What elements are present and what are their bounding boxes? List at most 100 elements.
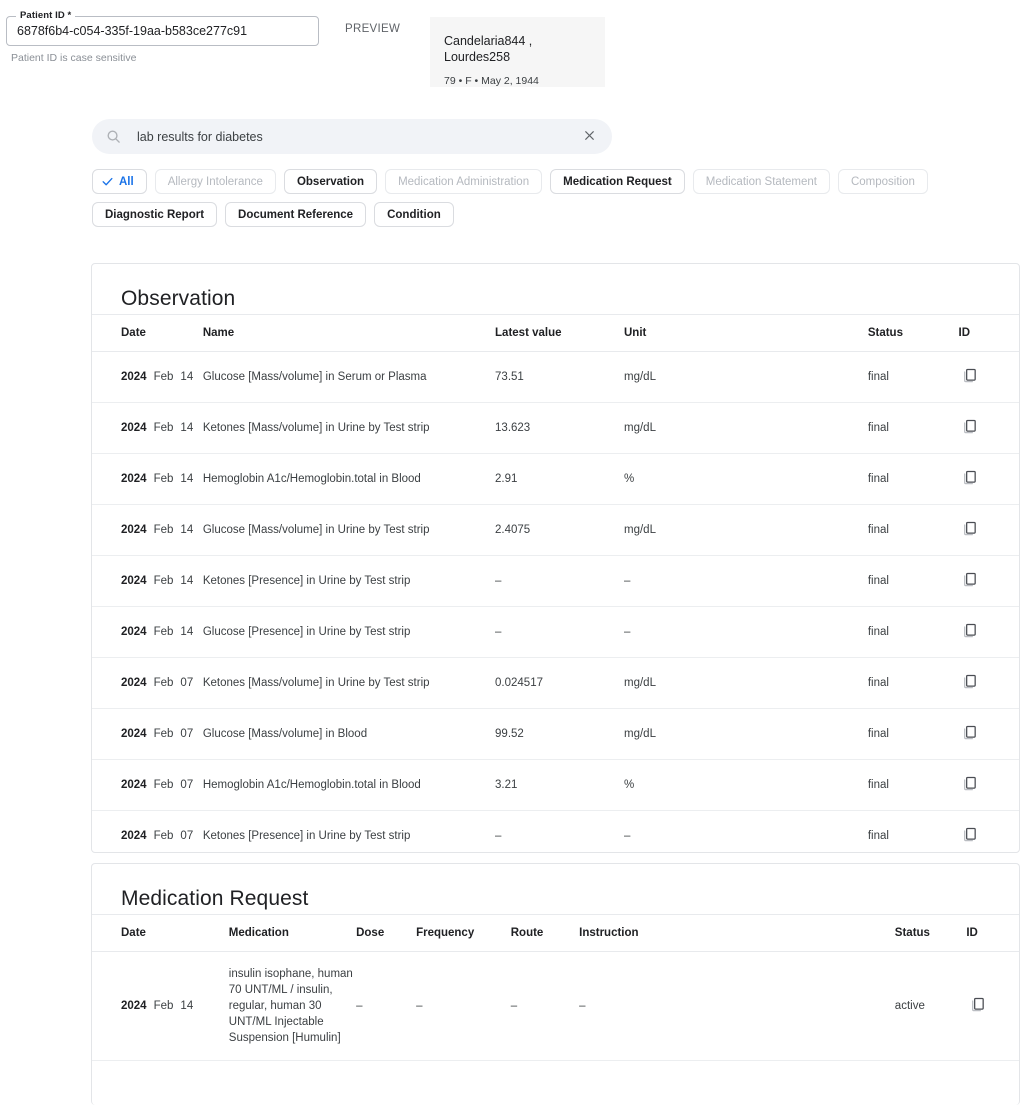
cell-unit: mg/dL <box>624 658 868 709</box>
patient-lookup-section: Patient ID * Patient ID is case sensitiv… <box>0 0 1027 105</box>
cell-date: 2024Feb14 <box>92 352 203 403</box>
cell-id <box>959 403 1020 454</box>
cell-unit: % <box>624 760 868 811</box>
cell-status: final <box>868 607 959 658</box>
cell-name: Ketones [Presence] in Urine by Test stri… <box>203 556 495 607</box>
chip-composition[interactable]: Composition <box>838 169 928 194</box>
cell-route: – <box>511 952 579 1061</box>
table-row[interactable]: 2024Feb14Ketones [Mass/volume] in Urine … <box>92 403 1019 454</box>
cell-date: 2024Feb07 <box>92 811 203 854</box>
cell-unit: – <box>624 811 868 854</box>
observation-table-body: 2024Feb14Glucose [Mass/volume] in Serum … <box>92 352 1019 854</box>
observation-table-head: Date Name Latest value Unit Status ID <box>92 315 1019 352</box>
chip-observation[interactable]: Observation <box>284 169 377 194</box>
cell-status: final <box>868 811 959 854</box>
copy-id-button[interactable] <box>959 468 981 490</box>
patient-demographics: 79 • F • May 2, 1944 <box>444 75 591 87</box>
search-input[interactable] <box>135 129 576 145</box>
patient-name: Candelaria844 , Lourdes258 <box>444 33 591 65</box>
copy-id-button[interactable] <box>959 672 981 694</box>
table-row[interactable]: 2024Feb14insulin isophane, human 70 UNT/… <box>92 952 1019 1061</box>
chip-label: Allergy Intolerance <box>168 176 263 188</box>
copy-id-button[interactable] <box>959 366 981 388</box>
cell-latest-value: – <box>495 811 624 854</box>
cell-status: active <box>895 952 967 1061</box>
copy-id-button[interactable] <box>959 774 981 796</box>
copy-id-button[interactable] <box>959 519 981 541</box>
row-year: 2024 <box>121 575 147 587</box>
table-row[interactable]: 2024Feb07Ketones [Mass/volume] in Urine … <box>92 658 1019 709</box>
table-row[interactable]: 2024Feb07Hemoglobin A1c/Hemoglobin.total… <box>92 760 1019 811</box>
row-day: 07 <box>180 728 193 740</box>
cell-unit: – <box>624 556 868 607</box>
table-row[interactable]: 2024Feb14Glucose [Presence] in Urine by … <box>92 607 1019 658</box>
copy-id-button[interactable] <box>959 825 981 847</box>
row-year: 2024 <box>121 524 147 536</box>
chip-label: Condition <box>387 209 441 221</box>
row-day: 07 <box>180 779 193 791</box>
copy-icon <box>961 469 978 489</box>
chip-medication-statement[interactable]: Medication Statement <box>693 169 830 194</box>
cell-id <box>959 352 1020 403</box>
chip-document-reference[interactable]: Document Reference <box>225 202 366 227</box>
medication-request-card: Medication Request Date Medication Dose … <box>91 863 1020 1105</box>
cell-name: Ketones [Mass/volume] in Urine by Test s… <box>203 658 495 709</box>
cell-status: final <box>868 454 959 505</box>
row-day: 14 <box>180 473 193 485</box>
patient-preview-card: Candelaria844 , Lourdes258 79 • F • May … <box>430 17 605 87</box>
copy-id-button[interactable] <box>959 570 981 592</box>
copy-id-button[interactable] <box>959 621 981 643</box>
row-year: 2024 <box>121 830 147 842</box>
table-row[interactable]: 2024Feb14Ketones [Presence] in Urine by … <box>92 556 1019 607</box>
observation-card: Observation Date Name Latest value Unit … <box>91 263 1020 853</box>
cell-date: 2024Feb14 <box>92 952 229 1061</box>
copy-id-button[interactable] <box>959 723 981 745</box>
column-header-status: Status <box>895 915 967 952</box>
cell-date: 2024Feb14 <box>92 403 203 454</box>
cell-latest-value: 2.4075 <box>495 505 624 556</box>
column-header-dose: Dose <box>356 915 416 952</box>
row-day: 14 <box>180 626 193 638</box>
table-header-row: Date Name Latest value Unit Status ID <box>92 315 1019 352</box>
medication-request-table: Date Medication Dose Frequency Route Ins… <box>92 914 1019 1061</box>
chip-label: All <box>119 176 134 188</box>
cell-id <box>959 607 1020 658</box>
resource-type-filter-chips: All Allergy Intolerance Observation Medi… <box>92 169 1017 227</box>
chip-allergy-intolerance[interactable]: Allergy Intolerance <box>155 169 276 194</box>
close-icon <box>583 129 596 145</box>
table-row[interactable]: 2024Feb07Ketones [Presence] in Urine by … <box>92 811 1019 854</box>
chip-medication-request[interactable]: Medication Request <box>550 169 685 194</box>
search-clear-button[interactable] <box>576 124 602 150</box>
copy-icon <box>961 520 978 540</box>
table-row[interactable]: 2024Feb14Glucose [Mass/volume] in Urine … <box>92 505 1019 556</box>
column-header-frequency: Frequency <box>416 915 511 952</box>
cell-unit: – <box>624 607 868 658</box>
chip-condition[interactable]: Condition <box>374 202 454 227</box>
table-row[interactable]: 2024Feb14Glucose [Mass/volume] in Serum … <box>92 352 1019 403</box>
chip-label: Document Reference <box>238 209 353 221</box>
cell-latest-value: 13.623 <box>495 403 624 454</box>
cell-name: Glucose [Mass/volume] in Serum or Plasma <box>203 352 495 403</box>
row-year: 2024 <box>121 1000 147 1012</box>
chip-all[interactable]: All <box>92 169 147 194</box>
copy-icon <box>961 571 978 591</box>
copy-id-button[interactable] <box>966 995 988 1017</box>
row-year: 2024 <box>121 473 147 485</box>
medication-request-title: Medication Request <box>92 864 1019 914</box>
column-header-id: ID <box>966 915 1019 952</box>
row-year: 2024 <box>121 779 147 791</box>
chip-label: Observation <box>297 176 364 188</box>
cell-frequency: – <box>416 952 511 1061</box>
row-day: 14 <box>180 1000 193 1012</box>
copy-id-button[interactable] <box>959 417 981 439</box>
column-header-date: Date <box>92 315 203 352</box>
row-month: Feb <box>154 728 174 740</box>
chip-medication-administration[interactable]: Medication Administration <box>385 169 542 194</box>
search-bar[interactable] <box>92 119 612 154</box>
patient-id-input[interactable] <box>7 17 318 45</box>
table-row[interactable]: 2024Feb14Hemoglobin A1c/Hemoglobin.total… <box>92 454 1019 505</box>
table-row[interactable]: 2024Feb07Glucose [Mass/volume] in Blood9… <box>92 709 1019 760</box>
column-header-status: Status <box>868 315 959 352</box>
chip-diagnostic-report[interactable]: Diagnostic Report <box>92 202 217 227</box>
cell-latest-value: 2.91 <box>495 454 624 505</box>
